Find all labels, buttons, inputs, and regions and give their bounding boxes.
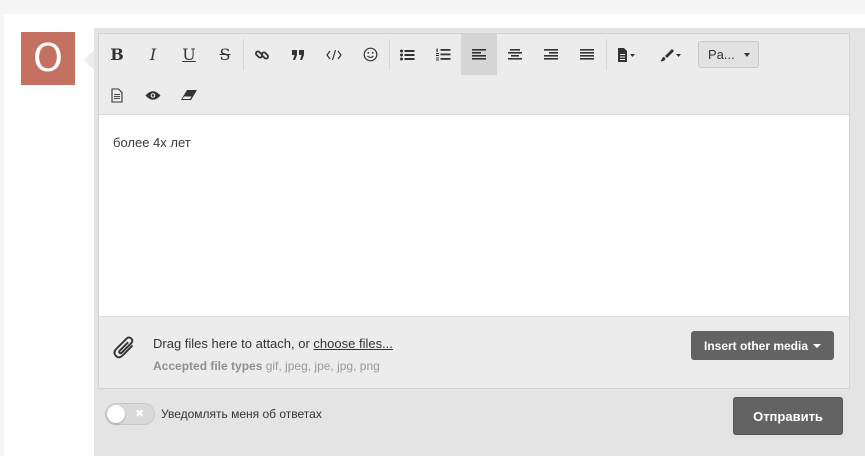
paintbrush-icon bbox=[660, 48, 681, 61]
code-button[interactable] bbox=[316, 34, 352, 75]
align-center-button[interactable] bbox=[497, 34, 533, 75]
numbered-list-button[interactable] bbox=[425, 34, 461, 75]
submit-button[interactable]: Отправить bbox=[733, 397, 843, 435]
align-justify-icon bbox=[580, 49, 594, 60]
draft-button[interactable] bbox=[99, 75, 135, 116]
accepted-file-types: Accepted file types gif, jpeg, jpe, jpg,… bbox=[153, 359, 380, 373]
strikethrough-icon: S bbox=[219, 45, 231, 64]
quote-icon bbox=[292, 49, 304, 60]
italic-icon: I bbox=[149, 45, 157, 64]
message-editor: B I U S Pa... более 4х лет Drag files he… bbox=[98, 33, 850, 389]
paragraph-format-select[interactable]: Pa... bbox=[698, 41, 759, 68]
document-icon bbox=[618, 47, 635, 62]
smiley-icon bbox=[363, 47, 377, 62]
paperclip-icon bbox=[113, 336, 134, 359]
code-icon bbox=[326, 49, 342, 60]
bullet-list-icon bbox=[399, 49, 414, 60]
text-color-dropdown[interactable] bbox=[651, 34, 691, 75]
insert-other-media-label: Insert other media bbox=[703, 338, 809, 353]
avatar[interactable]: O bbox=[21, 32, 75, 85]
toggle-off-icon: ✖ bbox=[135, 408, 145, 420]
accepted-types-list: gif, jpeg, jpe, jpg, png bbox=[262, 359, 380, 373]
italic-button[interactable]: I bbox=[135, 34, 171, 75]
drag-files-text: Drag files here to attach, or choose fil… bbox=[153, 336, 393, 351]
bullet-list-button[interactable] bbox=[389, 34, 425, 75]
editor-paragraph: более 4х лет bbox=[113, 135, 191, 150]
choose-files-link[interactable]: choose files... bbox=[313, 336, 393, 351]
editor-content[interactable]: более 4х лет bbox=[99, 116, 849, 316]
smiley-button[interactable] bbox=[352, 34, 388, 75]
eye-icon bbox=[145, 91, 161, 100]
strikethrough-button[interactable]: S bbox=[207, 34, 243, 75]
insert-template-dropdown[interactable] bbox=[607, 34, 647, 75]
align-left-button[interactable] bbox=[461, 34, 497, 75]
bold-button[interactable]: B bbox=[99, 34, 135, 75]
link-button[interactable] bbox=[244, 34, 280, 75]
align-right-icon bbox=[544, 49, 558, 60]
avatar-pointer bbox=[84, 50, 94, 70]
align-right-button[interactable] bbox=[533, 34, 569, 75]
drag-files-label: Drag files here to attach, or bbox=[153, 336, 314, 351]
avatar-letter: O bbox=[33, 36, 63, 80]
clear-format-button[interactable] bbox=[171, 75, 207, 116]
attachment-area[interactable]: Drag files here to attach, or choose fil… bbox=[99, 316, 849, 388]
caret-down-icon bbox=[813, 343, 822, 348]
file-text-icon bbox=[111, 88, 123, 103]
underline-icon: U bbox=[182, 45, 196, 64]
underline-button[interactable]: U bbox=[171, 34, 207, 75]
numbered-list-icon bbox=[435, 48, 450, 61]
paragraph-format-value: Pa... bbox=[708, 47, 735, 62]
notify-label: Уведомлять меня об ответах bbox=[161, 407, 322, 421]
insert-other-media-button[interactable]: Insert other media bbox=[691, 331, 834, 360]
toggle-knob bbox=[107, 405, 125, 423]
editor-toolbar: B I U S Pa... bbox=[99, 34, 849, 115]
align-left-icon bbox=[472, 49, 486, 60]
chevron-down-icon bbox=[744, 53, 750, 57]
notify-toggle[interactable]: ✖ bbox=[105, 403, 155, 425]
align-justify-button[interactable] bbox=[569, 34, 605, 75]
accepted-types-label: Accepted file types bbox=[153, 359, 263, 373]
bold-icon: B bbox=[110, 45, 124, 64]
align-center-icon bbox=[508, 49, 522, 60]
link-icon bbox=[255, 50, 269, 59]
quote-button[interactable] bbox=[280, 34, 316, 75]
eraser-icon bbox=[181, 90, 197, 100]
preview-button[interactable] bbox=[135, 75, 171, 116]
submit-label: Отправить bbox=[753, 408, 823, 424]
